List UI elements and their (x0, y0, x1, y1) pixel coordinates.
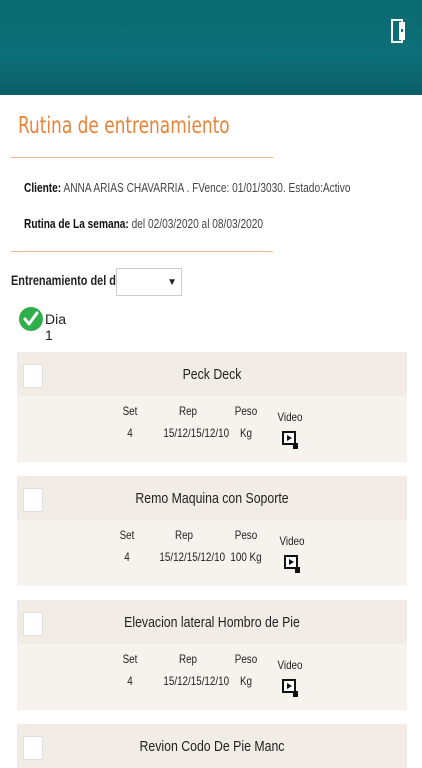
set-header: Set (122, 652, 138, 666)
set-column: Set 4 (97, 528, 157, 564)
exercise-card: Remo Maquina con Soporte Set 4 Rep 15/12… (17, 476, 407, 586)
rep-value: 15/12/15/12/10 (163, 426, 230, 440)
check-icon (19, 307, 43, 331)
rep-header: Rep (178, 652, 198, 666)
rep-value: 15/12/15/12/10 (159, 550, 226, 564)
set-value: 4 (127, 426, 133, 440)
exercise-details: Set 4 Rep 15/12/15/12/10 Peso Kg Video (17, 404, 407, 474)
exercise-header: Remo Maquina con Soporte (17, 476, 407, 520)
exercise-name: Elevacion lateral Hombro de Pie (124, 614, 300, 631)
video-header: Video (277, 658, 303, 672)
video-header: Video (279, 534, 305, 548)
day-select[interactable]: ▼ (116, 268, 182, 296)
set-column: Set 4 (100, 404, 160, 440)
exercise-checkbox[interactable] (23, 736, 43, 760)
info-divider (11, 251, 273, 252)
client-info: Cliente: ANNA ARIAS CHAVARRIA . FVence: … (24, 180, 351, 195)
exercise-header: Peck Deck (17, 352, 407, 396)
exercise-checkbox[interactable] (23, 612, 43, 636)
exercise-name: Peck Deck (182, 366, 242, 383)
rep-header: Rep (174, 528, 194, 542)
set-value: 4 (124, 550, 130, 564)
exercise-name: Remo Maquina con Soporte (135, 490, 289, 507)
set-value: 4 (127, 674, 133, 688)
day-select-label: Entrenamiento del dia: (11, 272, 129, 288)
page-title: Rutina de entrenamiento (18, 113, 230, 139)
client-label: Cliente: (24, 180, 62, 195)
week-label: Rutina de La semana: (24, 216, 129, 231)
app-header (0, 0, 422, 95)
video-column: Video (260, 658, 320, 698)
rep-column: Rep 15/12/15/12/10 (158, 652, 230, 688)
week-info: Rutina de La semana: del 02/03/2020 al 0… (24, 216, 263, 231)
chevron-down-icon: ▼ (167, 277, 177, 288)
video-column: Video (262, 534, 322, 574)
exercise-header: Revion Codo De Pie Manc (17, 724, 407, 768)
video-icon[interactable] (283, 554, 301, 574)
exercise-details: Set 4 Rep 15/12/15/12/10 Peso 100 Kg Vid… (17, 528, 407, 598)
exercise-checkbox[interactable] (23, 364, 43, 388)
rep-column: Rep 15/12/15/12/10 (154, 528, 226, 564)
exercise-card: Elevacion lateral Hombro de Pie Set 4 Re… (17, 600, 407, 710)
day-name: Dia 1 (45, 311, 67, 343)
exercise-name: Revion Codo De Pie Manc (139, 738, 285, 755)
rep-value: 15/12/15/12/10 (163, 674, 230, 688)
set-header: Set (122, 404, 138, 418)
exercise-card: Revion Codo De Pie Manc (17, 724, 407, 768)
set-column: Set 4 (100, 652, 160, 688)
video-column: Video (260, 410, 320, 450)
client-value: ANNA ARIAS CHAVARRIA . FVence: 01/01/303… (63, 180, 351, 195)
exercise-card: Peck Deck Set 4 Rep 15/12/15/12/10 Peso … (17, 352, 407, 462)
rep-header: Rep (178, 404, 198, 418)
week-value: del 02/03/2020 al 08/03/2020 (131, 216, 264, 231)
set-header: Set (119, 528, 135, 542)
logout-icon[interactable] (390, 18, 408, 44)
exercise-header: Elevacion lateral Hombro de Pie (17, 600, 407, 644)
video-icon[interactable] (281, 678, 299, 698)
rep-column: Rep 15/12/15/12/10 (158, 404, 230, 440)
exercise-checkbox[interactable] (23, 488, 43, 512)
video-header: Video (277, 410, 303, 424)
video-icon[interactable] (281, 430, 299, 450)
exercise-details: Set 4 Rep 15/12/15/12/10 Peso Kg Video (17, 652, 407, 722)
title-divider (11, 157, 273, 158)
